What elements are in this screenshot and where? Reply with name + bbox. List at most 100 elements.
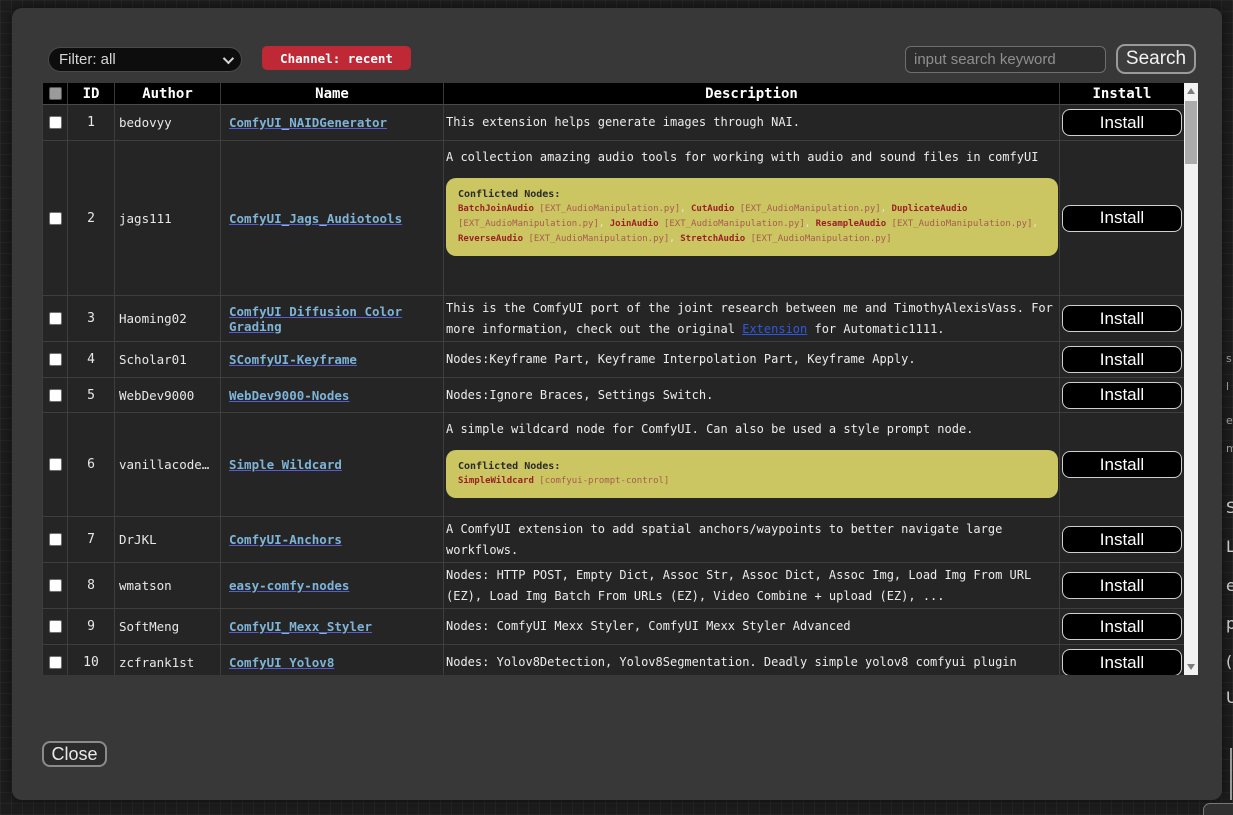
row-name-cell: ComfyUI_NAIDGenerator [221,105,444,141]
row-checkbox[interactable] [49,389,62,402]
row-checkbox-cell [43,609,68,645]
search-button[interactable]: Search [1116,44,1196,74]
extension-name-link[interactable]: easy-comfy-nodes [229,578,349,593]
row-id: 3 [68,296,115,342]
row-author: vanillacode… [115,413,221,517]
install-button[interactable]: Install [1062,613,1182,640]
description-text: Nodes:Keyframe Part, Keyframe Interpolat… [446,349,1057,370]
filter-select[interactable]: Filter: all [48,47,242,72]
row-author: Haoming02 [115,296,221,342]
table-row: 6vanillacode…Simple WildcardA simple wil… [43,413,1184,517]
extension-name-link[interactable]: Simple Wildcard [229,457,342,472]
row-id: 1 [68,105,115,141]
conflicted-node-file: [EXT_AudioManipulation.py] [523,234,669,244]
install-button[interactable]: Install [1062,382,1182,409]
background-text-fragment: s [1226,352,1232,365]
description-text: Nodes: Yolov8Detection, Yolov8Segmentati… [446,652,1057,673]
extension-name-link[interactable]: ComfyUI-Anchors [229,532,342,547]
row-description: This extension helps generate images thr… [444,105,1060,141]
scroll-down-icon[interactable] [1184,659,1198,675]
install-button[interactable]: Install [1062,526,1182,553]
row-install-cell: Install [1060,141,1184,296]
close-button[interactable]: Close [42,741,107,767]
row-author: SoftMeng [115,609,221,645]
select-all-checkbox[interactable] [49,87,62,100]
background-text-fragment: l [1226,380,1229,393]
row-checkbox[interactable] [49,353,62,366]
row-install-cell: Install [1060,413,1184,517]
row-checkbox[interactable] [49,458,62,471]
filter-select-value: Filter: all [59,51,116,68]
channel-badge[interactable]: Channel: recent [262,46,411,70]
description-text: A ComfyUI extension to add spatial ancho… [446,519,1057,561]
row-id: 7 [68,517,115,563]
row-checkbox[interactable] [49,116,62,129]
custom-nodes-manager-dialog: Filter: all Channel: recent Search ID Au… [12,8,1222,800]
background-text-fragment: ( [1226,652,1232,671]
row-author: bedovyy [115,105,221,141]
extension-name-link[interactable]: ComfyUI_Mexx_Styler [229,619,372,634]
header-checkbox-cell [43,83,68,105]
row-description: Nodes:Ignore Braces, Settings Switch. [444,378,1060,413]
extension-name-link[interactable]: SComfyUI-Keyframe [229,352,357,367]
table-row: 10zcfrank1st ComfyUI Yolov8 Nodes: Yolov8D… [43,645,1184,675]
conflicted-node-name: JoinAudio [610,219,659,229]
background-partial-button [1203,803,1233,815]
row-id: 2 [68,141,115,296]
conflicted-nodes-box: Conflicted Nodes:SimpleWildcard [comfyui… [446,450,1058,498]
row-checkbox[interactable] [49,656,62,669]
row-install-cell: Install [1060,517,1184,563]
row-checkbox-cell [43,563,68,609]
table-row: 9SoftMengComfyUI_Mexx_StylerNodes: Comfy… [43,609,1184,645]
install-button[interactable]: Install [1062,109,1182,136]
extension-name-link[interactable]: ComfyUI_Jags_Audiotools [229,211,402,226]
install-button[interactable]: Install [1062,649,1182,675]
install-button[interactable]: Install [1062,305,1182,332]
row-id: 5 [68,378,115,413]
row-checkbox[interactable] [49,312,62,325]
row-checkbox[interactable] [49,212,62,225]
extension-name-link[interactable]: ComfyUI_NAIDGenerator [229,115,387,130]
row-checkbox-cell [43,378,68,413]
extension-name-link[interactable]: WebDev9000-Nodes [229,388,349,403]
table-scrollbar[interactable] [1184,83,1198,675]
scroll-up-icon[interactable] [1184,83,1198,99]
extension-name-link[interactable]: ComfyUI Yolov8 [229,655,334,670]
row-checkbox[interactable] [49,620,62,633]
row-author: jags111 [115,141,221,296]
row-author: zcfrank1st [115,645,221,675]
header-description: Description [444,83,1060,105]
row-description: This is the ComfyUI port of the joint re… [444,296,1060,342]
conflicted-node-file: [EXT_AudioManipulation.py] [458,219,599,229]
conflicted-nodes-title: Conflicted Nodes: [458,459,1046,474]
row-author: WebDev9000 [115,378,221,413]
header-name: Name [221,83,444,105]
row-checkbox-cell [43,296,68,342]
header-install: Install [1060,83,1184,105]
install-button[interactable]: Install [1062,346,1182,373]
row-id: 10 [68,645,115,675]
install-button[interactable]: Install [1062,205,1182,232]
row-checkbox[interactable] [49,533,62,546]
install-button[interactable]: Install [1062,572,1182,599]
extension-name-link[interactable]: ComfyUI Diffusion Color Grading [229,304,439,334]
row-id: 8 [68,563,115,609]
search-input[interactable] [905,46,1106,73]
row-name-cell: ComfyUI-Anchors [221,517,444,563]
background-text-fragment: L [1226,537,1233,556]
conflicted-node-file: [EXT_AudioManipulation.py] [734,204,880,214]
install-button[interactable]: Install [1062,451,1182,478]
row-checkbox-cell [43,342,68,378]
scrollbar-thumb[interactable] [1185,101,1197,164]
table-row: 4Scholar01SComfyUI-KeyframeNodes:Keyfram… [43,342,1184,378]
row-description: A collection amazing audio tools for wor… [444,141,1060,296]
background-text-fragment: m [1226,442,1233,455]
table-row: 5WebDev9000 WebDev9000-Nodes Nodes:Ignore … [43,378,1184,413]
row-description: Nodes: HTTP POST, Empty Dict, Assoc Str,… [444,563,1060,609]
row-checkbox[interactable] [49,579,62,592]
row-name-cell: WebDev9000-Nodes [221,378,444,413]
description-inline-link[interactable]: Extension [742,322,807,336]
row-name-cell: SComfyUI-Keyframe [221,342,444,378]
row-install-cell: Install [1060,105,1184,141]
conflicted-node-file: [EXT_AudioManipulation.py] [886,219,1032,229]
